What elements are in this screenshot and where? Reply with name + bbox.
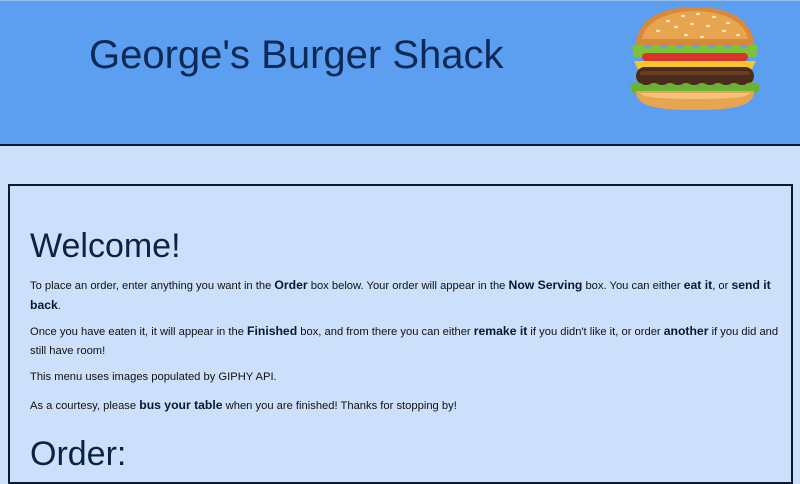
text-segment: box below. Your order will appear in the bbox=[307, 280, 509, 292]
text-segment: . bbox=[57, 299, 61, 312]
finished-instructions: Once you have eaten it, it will appear i… bbox=[30, 322, 780, 360]
burger-icon bbox=[630, 7, 760, 110]
site-title: George's Burger Shack bbox=[89, 33, 504, 77]
courtesy-note: As a courtesy, please bus your table whe… bbox=[30, 396, 780, 416]
bus-your-table-emphasis: bus your table bbox=[139, 398, 223, 412]
order-heading: Order: bbox=[30, 435, 127, 473]
text-segment: box, and from there you can either bbox=[297, 326, 474, 338]
order-instructions: To place an order, enter anything you wa… bbox=[30, 276, 780, 315]
text-segment: To place an order, enter anything you wa… bbox=[30, 280, 275, 292]
another-emphasis: another bbox=[663, 324, 709, 338]
eat-it-emphasis: eat it bbox=[683, 278, 713, 292]
text-segment: , or bbox=[712, 280, 732, 292]
text-segment: Once you have eaten it, it will appear i… bbox=[30, 326, 248, 338]
text-segment: if you didn't like it, or order bbox=[527, 326, 664, 338]
finished-emphasis: Finished bbox=[247, 324, 298, 338]
welcome-panel: Welcome! To place an order, enter anythi… bbox=[8, 184, 793, 484]
remake-it-emphasis: remake it bbox=[473, 324, 528, 338]
text-segment: box. You can either bbox=[582, 280, 684, 292]
now-serving-emphasis: Now Serving bbox=[508, 278, 583, 292]
giphy-note: This menu uses images populated by GIPHY… bbox=[30, 371, 277, 383]
order-box-emphasis: Order bbox=[274, 278, 308, 292]
site-header: George's Burger Shack bbox=[0, 0, 800, 146]
text-segment: As a courtesy, please bbox=[30, 400, 140, 412]
welcome-heading: Welcome! bbox=[30, 227, 181, 265]
text-segment: when you are finished! Thanks for stoppi… bbox=[222, 400, 457, 412]
